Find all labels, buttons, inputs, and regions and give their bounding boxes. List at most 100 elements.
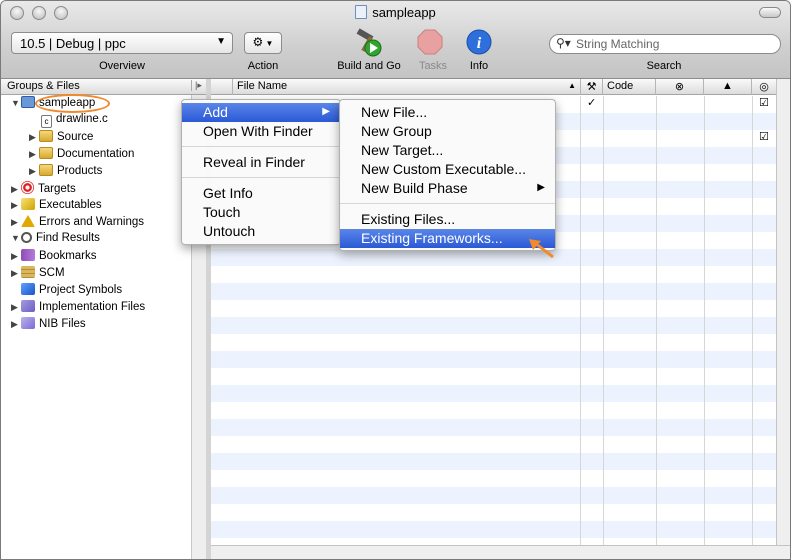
menu-item-get-info[interactable]: Get Info — [182, 184, 340, 203]
disclosure-closed-icon[interactable]: ▶ — [29, 149, 39, 160]
highlight-annotation-circle — [35, 94, 110, 113]
menu-item-existing-frameworks[interactable]: Existing Frameworks... — [340, 229, 555, 248]
window-title: sampleapp — [1, 5, 790, 20]
sidebar-item-executables[interactable]: ▶ Executables — [11, 198, 102, 215]
menu-separator — [182, 177, 340, 178]
disclosure-closed-icon[interactable]: ▶ — [29, 132, 39, 143]
build-and-go-label: Build and Go — [337, 60, 401, 72]
menu-item-new-target[interactable]: New Target... — [340, 141, 555, 160]
c-file-icon: c — [41, 115, 52, 128]
disclosure-closed-icon[interactable]: ▶ — [11, 184, 21, 195]
menu-item-new-build-phase[interactable]: New Build Phase ▶ — [340, 179, 555, 198]
xcode-project-window: sampleapp 10.5 | Debug | ppc ▼ Overview … — [0, 0, 791, 560]
project-document-icon — [355, 5, 368, 19]
disclosure-closed-icon[interactable]: ▶ — [11, 319, 21, 330]
search-field[interactable]: ⚲▾ String Matching — [549, 34, 781, 54]
target-checkbox[interactable]: ☑ — [759, 130, 769, 143]
folder-icon — [39, 130, 53, 142]
column-header-code[interactable]: Code — [603, 79, 656, 95]
menu-separator — [182, 146, 340, 147]
warning-icon — [21, 215, 35, 227]
sidebar-item-documentation[interactable]: ▶ Documentation — [29, 147, 134, 164]
menu-item-untouch[interactable]: Untouch — [182, 222, 340, 241]
sort-ascending-icon: ▲ — [568, 81, 576, 90]
info-icon: i — [466, 29, 492, 55]
sidebar-item-drawline[interactable]: c drawline.c — [41, 113, 108, 130]
column-divider — [580, 96, 581, 545]
groups-files-header[interactable]: Groups & Files |▸ — [1, 79, 206, 95]
menu-item-existing-files[interactable]: Existing Files... — [340, 210, 555, 229]
groups-and-files-sidebar: Groups & Files |▸ ▼ sampleapp c drawline.c… — [1, 79, 206, 559]
disclosure-closed-icon[interactable]: ▶ — [11, 217, 21, 228]
menu-item-reveal-in-finder[interactable]: Reveal in Finder — [182, 153, 340, 172]
submenu-arrow-icon: ▶ — [322, 106, 330, 117]
file-list-scrollbar[interactable] — [776, 79, 790, 545]
disclosure-open-icon[interactable]: ▼ — [11, 233, 21, 243]
context-menu: Add ▶ Open With Finder Reveal in Finder … — [181, 99, 341, 245]
menu-item-new-file[interactable]: New File... — [340, 103, 555, 122]
sidebar-item-errors-warnings[interactable]: ▶ Errors and Warnings — [11, 215, 144, 232]
overview-label: Overview — [99, 60, 145, 72]
action-button[interactable]: ⚙ ▼ — [244, 32, 282, 54]
toolbar: sampleapp 10.5 | Debug | ppc ▼ Overview … — [1, 1, 790, 79]
column-header-file-name[interactable]: File Name ▲ — [233, 79, 581, 95]
overview-config-popup[interactable]: 10.5 | Debug | ppc ▼ — [11, 32, 233, 54]
scm-icon — [21, 266, 35, 278]
build-and-go-button[interactable] — [353, 28, 385, 58]
column-header-icon[interactable] — [211, 79, 233, 95]
popup-arrow-icon: ▼ — [216, 36, 226, 47]
sidebar-item-nib-files[interactable]: ▶ NIB Files — [11, 317, 86, 334]
smart-group-icon — [21, 300, 35, 312]
magnifier-icon — [21, 232, 32, 243]
tasks-label: Tasks — [418, 60, 448, 72]
menu-item-touch[interactable]: Touch — [182, 203, 340, 222]
column-divider — [752, 96, 753, 545]
sidebar-item-targets[interactable]: ▶ Targets — [11, 181, 76, 198]
sidebar-item-products[interactable]: ▶ Products — [29, 164, 102, 181]
target-icon — [21, 181, 34, 194]
toolbar-toggle-button[interactable] — [759, 7, 781, 18]
svg-text:i: i — [477, 35, 482, 52]
search-label: Search — [646, 60, 682, 72]
sidebar-item-find-results[interactable]: ▼ Find Results — [11, 232, 100, 249]
sidebar-item-scm[interactable]: ▶ SCM — [11, 266, 65, 283]
add-submenu: New File... New Group New Target... New … — [339, 99, 556, 251]
target-icon: ◎ — [759, 81, 769, 93]
horizontal-scrollbar[interactable] — [211, 545, 790, 559]
column-header-errors[interactable]: ⊗ — [656, 79, 704, 95]
stop-sign-icon — [417, 29, 443, 55]
sidebar-item-bookmarks[interactable]: ▶ Bookmarks — [11, 249, 97, 266]
disclosure-closed-icon[interactable]: ▶ — [11, 251, 21, 262]
menu-item-open-with-finder[interactable]: Open With Finder — [182, 122, 340, 141]
folder-icon — [39, 147, 53, 159]
sidebar-resize-grip-icon[interactable]: |▸ — [191, 80, 202, 91]
cube-icon — [21, 283, 35, 295]
tasks-button[interactable] — [417, 29, 443, 55]
sidebar-item-source[interactable]: ▶ Source — [29, 130, 93, 147]
disclosure-closed-icon[interactable]: ▶ — [11, 200, 21, 211]
menu-item-new-group[interactable]: New Group — [340, 122, 555, 141]
disclosure-closed-icon[interactable]: ▶ — [11, 302, 21, 313]
disclosure-open-icon[interactable]: ▼ — [11, 98, 21, 108]
column-header-target[interactable]: ◎ — [752, 79, 776, 95]
info-button[interactable]: i — [466, 29, 492, 55]
menu-item-add[interactable]: Add ▶ — [182, 103, 340, 122]
warning-icon: ▲ — [722, 80, 733, 92]
folder-icon — [39, 164, 53, 176]
gear-icon: ⚙ — [252, 35, 264, 49]
menu-item-new-custom-executable[interactable]: New Custom Executable... — [340, 160, 555, 179]
disclosure-closed-icon[interactable]: ▶ — [29, 166, 39, 177]
sidebar-item-project-symbols[interactable]: Project Symbols — [21, 283, 122, 300]
column-header-warnings[interactable]: ▲ — [704, 79, 752, 95]
search-icon: ⚲▾ — [556, 36, 571, 50]
bookmark-icon — [21, 249, 35, 261]
column-header-build[interactable]: ⚒ — [581, 79, 603, 95]
column-divider — [704, 96, 705, 545]
build-check-mark: ✓ — [587, 97, 597, 109]
sidebar-item-implementation-files[interactable]: ▶ Implementation Files — [11, 300, 145, 317]
info-label: Info — [469, 60, 489, 72]
target-checkbox[interactable]: ☑ — [759, 96, 769, 109]
disclosure-closed-icon[interactable]: ▶ — [11, 268, 21, 279]
executable-icon — [21, 198, 35, 210]
smart-group-icon — [21, 317, 35, 329]
